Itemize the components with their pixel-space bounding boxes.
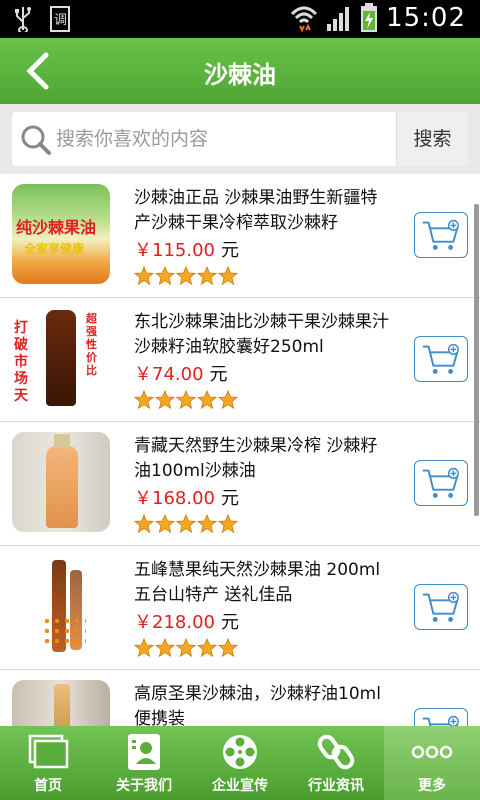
star-icon [197, 266, 217, 286]
more-dots-icon [411, 745, 453, 759]
product-price: ￥218.00 元 [134, 608, 239, 634]
search-bar: 搜索 [0, 104, 480, 174]
star-icon [176, 266, 196, 286]
product-image-subtitle: 全家享健康 [24, 242, 85, 256]
product-image [12, 556, 110, 656]
price-value: ￥168.00 [134, 488, 215, 509]
star-icon [218, 638, 238, 658]
rating-stars [134, 514, 238, 534]
product-image: 打破市场天 超强性价比 [12, 308, 110, 408]
price-unit: 元 [220, 240, 239, 261]
scrollbar[interactable] [474, 204, 479, 516]
tab-label: 行业资讯 [308, 778, 364, 794]
product-item[interactable]: 高原圣果沙棘油，沙棘籽油10ml便携装 [0, 670, 480, 726]
oil-bottle [54, 684, 70, 726]
product-item[interactable]: 纯沙棘果油 全家享健康 沙棘油正品 沙棘果油野生新疆特产沙棘干果冷榨萃取沙棘籽 … [0, 174, 480, 298]
product-name: 沙棘油正品 沙棘果油野生新疆特产沙棘干果冷榨萃取沙棘籽 [134, 188, 378, 233]
tab-home[interactable]: 首页 [0, 726, 96, 800]
bottle-cap [54, 434, 70, 448]
search-button[interactable]: 搜索 [396, 112, 468, 166]
star-icon [197, 390, 217, 410]
price-unit: 元 [220, 488, 239, 509]
product-item[interactable]: 青藏天然野生沙棘果冷榨 沙棘籽油100ml沙棘油 ￥168.00 元 [0, 422, 480, 546]
tab-more[interactable]: 更多 [384, 726, 480, 800]
product-image-title: 纯沙棘果油 [16, 218, 97, 237]
product-price: ￥74.00 元 [134, 360, 228, 386]
product-item[interactable]: 五峰慧果纯天然沙棘果油 200ml 五台山特产 送礼佳品 ￥218.00 元 [0, 546, 480, 670]
tab-news[interactable]: 行业资讯 [288, 726, 384, 800]
price-unit: 元 [209, 364, 228, 385]
tab-label: 首页 [34, 778, 62, 794]
page-title: 沙棘油 [204, 61, 276, 89]
product-list: 纯沙棘果油 全家享健康 沙棘油正品 沙棘果油野生新疆特产沙棘干果冷榨萃取沙棘籽 … [0, 174, 480, 726]
product-name: 青藏天然野生沙棘果冷榨 沙棘籽油100ml沙棘油 [134, 436, 378, 481]
tab-about[interactable]: 关于我们 [96, 726, 192, 800]
debug-icon: 调 [50, 6, 70, 32]
rating-stars [134, 266, 238, 286]
status-bar: 调 15:02 [0, 0, 480, 38]
star-icon [218, 266, 238, 286]
search-icon [21, 125, 51, 155]
chain-link-icon [317, 734, 355, 770]
product-image [12, 680, 110, 726]
product-name: 五峰慧果纯天然沙棘果油 200ml 五台山特产 送礼佳品 [134, 560, 381, 605]
film-reel-icon [223, 735, 257, 769]
product-image-title: 打破市场天 [14, 320, 28, 404]
tab-label: 关于我们 [116, 778, 172, 794]
star-icon [218, 514, 238, 534]
signal-icon [327, 7, 350, 31]
star-icon [218, 390, 238, 410]
oil-bottle [46, 446, 78, 528]
star-icon [176, 390, 196, 410]
svg-text:调: 调 [54, 13, 67, 28]
product-image-subtitle: 超强性价比 [86, 312, 97, 377]
star-icon [134, 266, 154, 286]
price-value: ￥115.00 [134, 240, 215, 261]
price-unit: 元 [220, 612, 239, 633]
star-icon [155, 514, 175, 534]
wifi-icon [291, 6, 318, 32]
product-price: ￥168.00 元 [134, 484, 239, 510]
product-price: ￥115.00 元 [134, 236, 239, 262]
tab-label: 企业宣传 [212, 778, 268, 794]
usb-icon [15, 7, 31, 32]
battery-icon [361, 3, 378, 32]
star-icon [134, 390, 154, 410]
star-icon [155, 638, 175, 658]
star-icon [134, 514, 154, 534]
star-icon [155, 266, 175, 286]
bottom-tab-bar: 首页 关于我们 企业宣传 行业资讯 更多 [0, 726, 480, 800]
product-image [12, 432, 110, 532]
clock: 15:02 [386, 3, 466, 33]
price-value: ￥218.00 [134, 612, 215, 633]
add-to-cart-icon[interactable] [414, 460, 468, 506]
add-to-cart-icon[interactable] [414, 212, 468, 258]
oil-bottle [46, 310, 76, 406]
product-image: 纯沙棘果油 全家享健康 [12, 184, 110, 284]
title-bar: 沙棘油 [0, 38, 480, 104]
berry-branch [42, 616, 86, 646]
star-icon [155, 390, 175, 410]
star-icon [197, 638, 217, 658]
windows-icon [28, 734, 69, 769]
search-box [12, 112, 396, 166]
product-name: 东北沙棘果油比沙棘干果沙棘果汁沙棘籽油软胶囊好250ml [134, 312, 389, 357]
add-to-cart-icon[interactable] [414, 336, 468, 382]
add-to-cart-icon[interactable] [414, 708, 468, 726]
search-input[interactable] [56, 112, 392, 166]
star-icon [176, 638, 196, 658]
star-icon [134, 638, 154, 658]
rating-stars [134, 638, 238, 658]
add-to-cart-icon[interactable] [414, 584, 468, 630]
product-name: 高原圣果沙棘油，沙棘籽油10ml便携装 [134, 684, 381, 726]
tab-label: 更多 [418, 778, 446, 794]
star-icon [176, 514, 196, 534]
product-item[interactable]: 打破市场天 超强性价比 东北沙棘果油比沙棘干果沙棘果汁沙棘籽油软胶囊好250ml… [0, 298, 480, 422]
rating-stars [134, 390, 238, 410]
star-icon [197, 514, 217, 534]
contact-card-icon [128, 734, 160, 770]
tab-promo[interactable]: 企业宣传 [192, 726, 288, 800]
price-value: ￥74.00 [134, 364, 204, 385]
